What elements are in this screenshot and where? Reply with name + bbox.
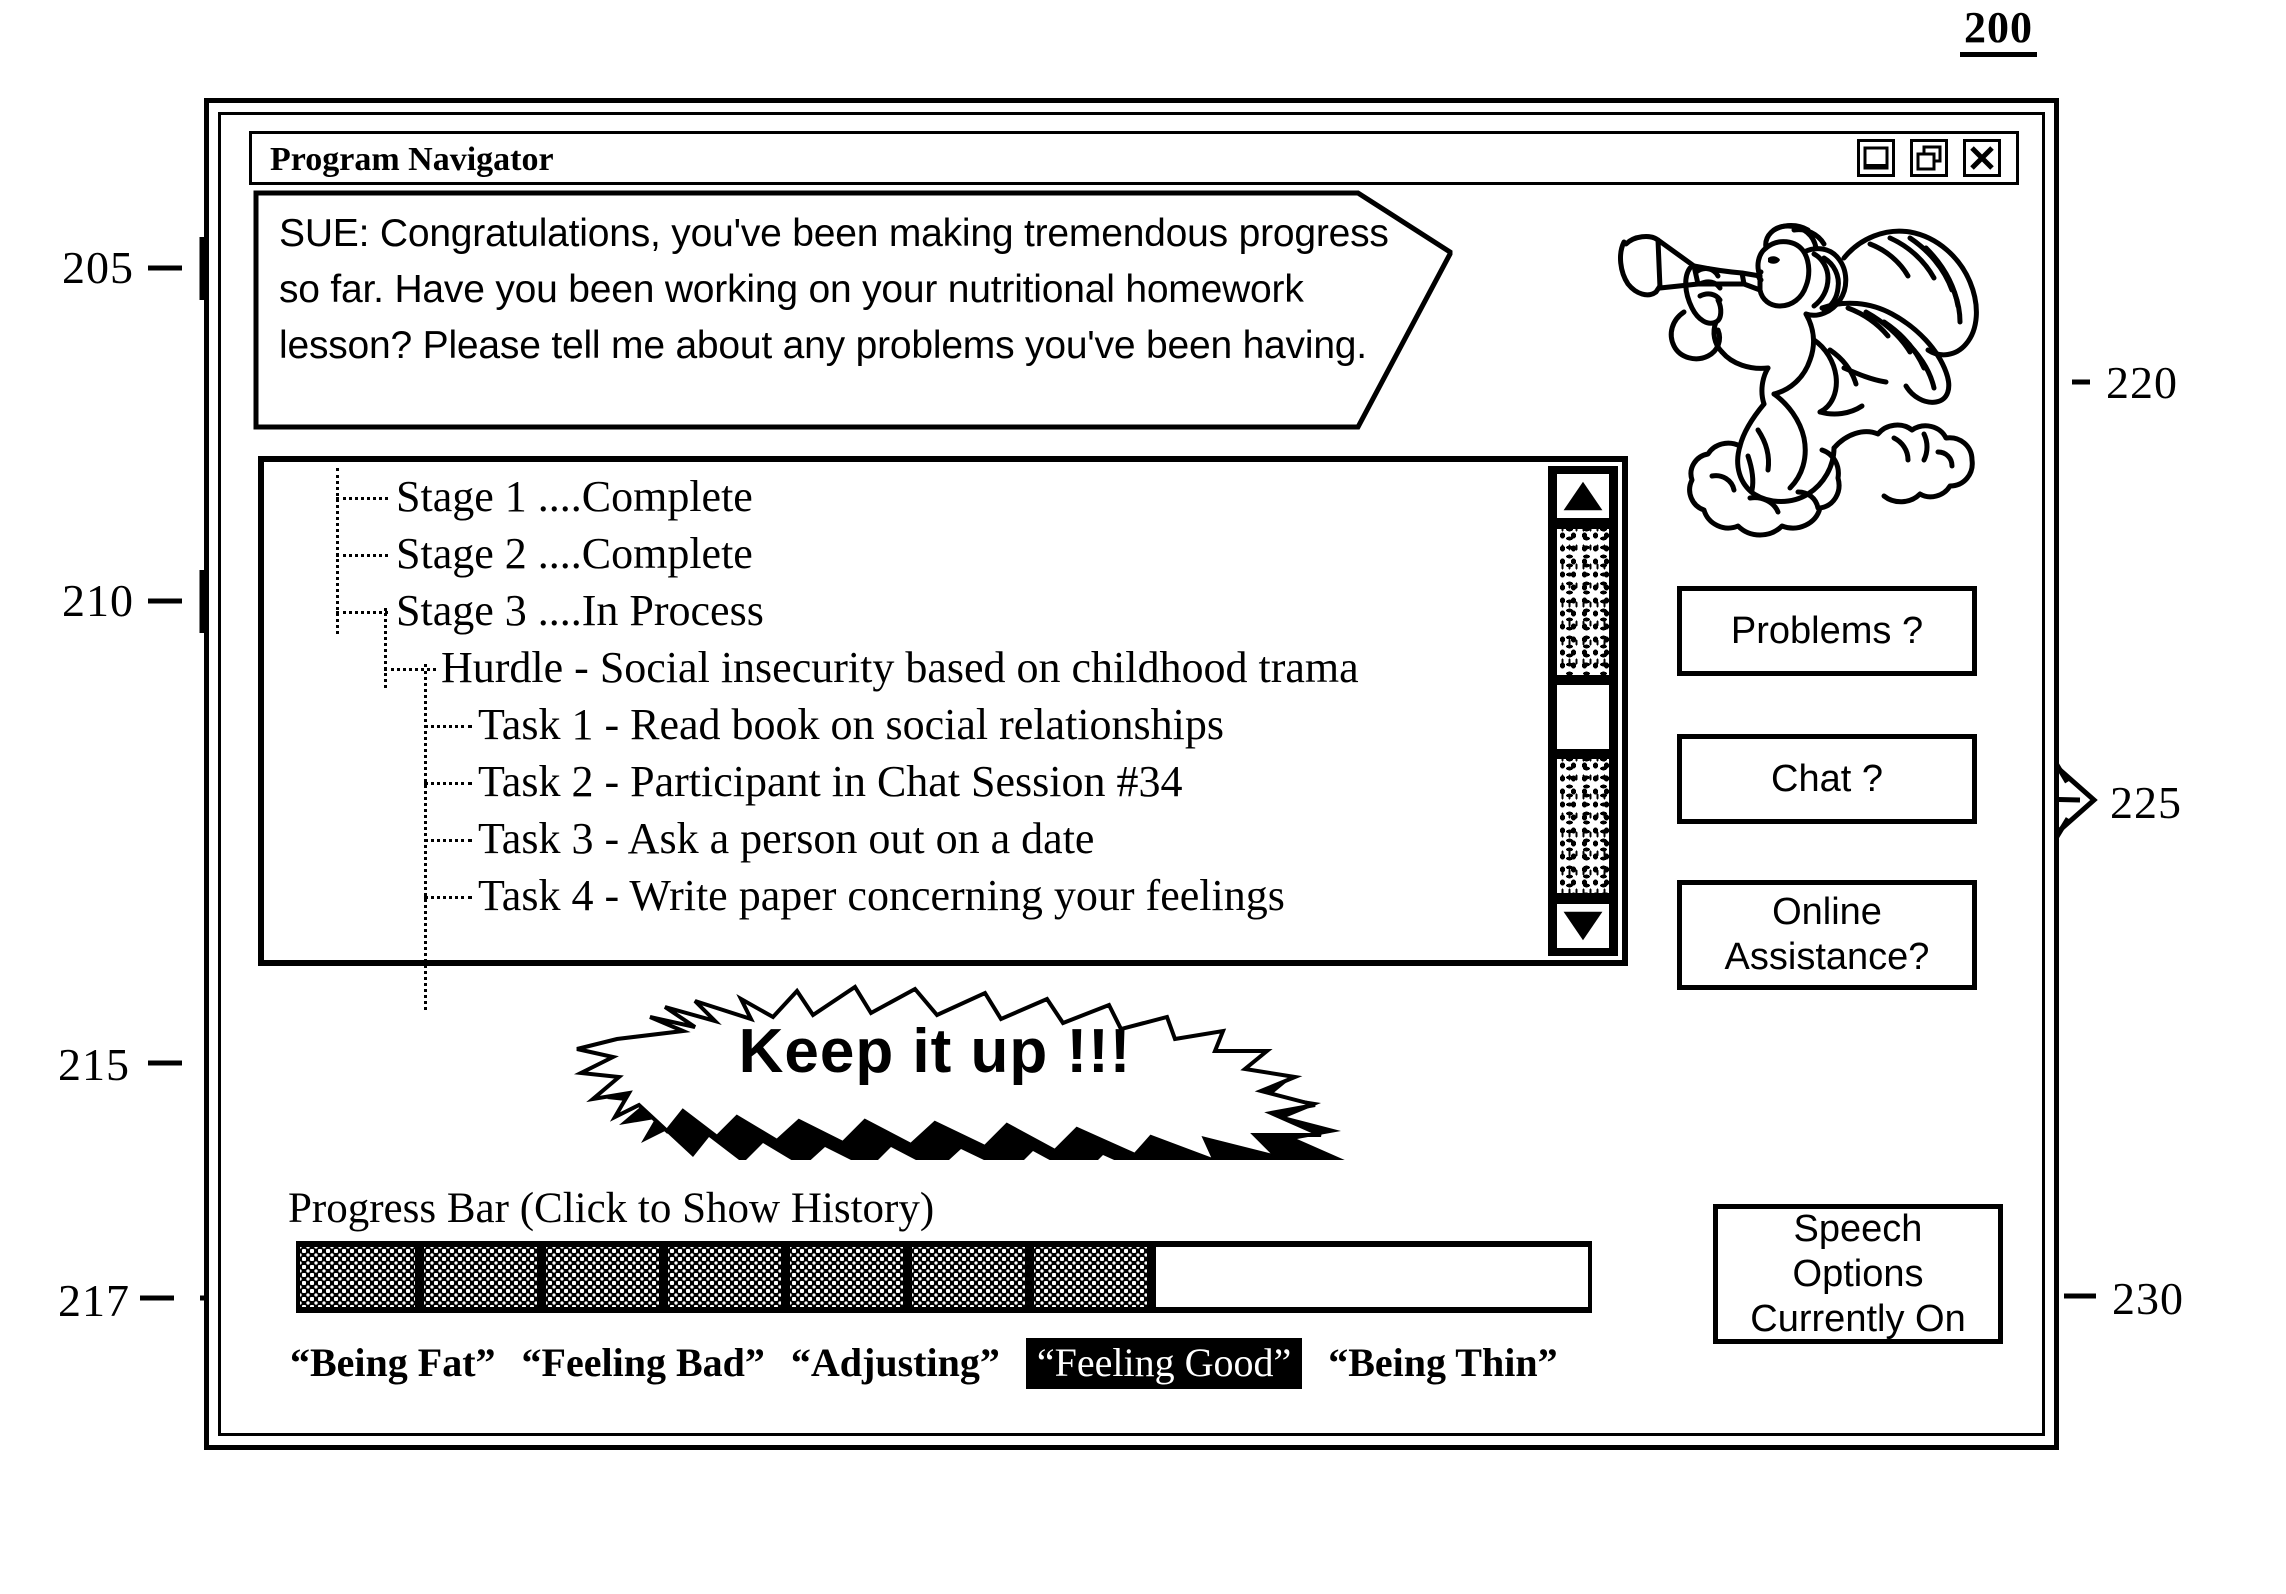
- tree-connector: [336, 610, 388, 614]
- tree-item-task-4[interactable]: Task 4 - Write paper concerning your fee…: [278, 867, 1536, 924]
- tree-item-label: Task 1 - Read book on social relationshi…: [478, 700, 1225, 749]
- scrollbar-thumb[interactable]: [1554, 682, 1612, 752]
- progress-segment-empty: [1156, 1247, 1588, 1307]
- problems-button[interactable]: Problems ?: [1677, 586, 1977, 676]
- tree-stem-level2: [384, 608, 387, 688]
- tree-connector: [336, 496, 388, 500]
- window-title: Program Navigator: [270, 141, 554, 178]
- progress-stage-labels: “Being Fat” “Feeling Bad” “Adjusting” “F…: [290, 1334, 1610, 1392]
- reference-numeral-225: 225: [2110, 777, 2182, 828]
- minimize-button[interactable]: [1857, 139, 1895, 177]
- tree-stem-level3: [424, 664, 427, 1010]
- tree-item-label: Stage 2 ....Complete: [396, 529, 753, 578]
- scrollbar-track-upper[interactable]: [1554, 526, 1612, 678]
- progress-label-current[interactable]: “Feeling Good”: [1025, 1338, 1303, 1389]
- tree-item-label: Task 3 - Ask a person out on a date: [478, 814, 1095, 863]
- progress-label[interactable]: “Adjusting”: [791, 1340, 1000, 1385]
- progress-segment-filled: [790, 1247, 903, 1307]
- tree-connector: [336, 553, 388, 557]
- tree-item-hurdle[interactable]: Hurdle - Social insecurity based on chil…: [278, 639, 1536, 696]
- progress-bar[interactable]: [296, 1241, 1592, 1313]
- progress-bar-caption[interactable]: Progress Bar (Click to Show History): [288, 1184, 934, 1233]
- progress-segment-filled: [546, 1247, 659, 1307]
- reference-numeral-215: 215: [58, 1039, 130, 1090]
- tree-item-stage-3[interactable]: Stage 3 ....In Process: [278, 582, 1536, 639]
- progress-label[interactable]: “Feeling Bad”: [522, 1340, 765, 1385]
- triangle-up-icon: [1563, 481, 1603, 511]
- minimize-icon: [1863, 146, 1889, 170]
- close-icon: [1970, 146, 1994, 170]
- progress-segment-filled: [1034, 1247, 1147, 1307]
- progress-label[interactable]: “Being Fat”: [290, 1340, 496, 1385]
- scroll-up-button[interactable]: [1554, 471, 1612, 521]
- tree-connector: [424, 724, 472, 728]
- restore-button[interactable]: [1910, 139, 1948, 177]
- tree-connector: [424, 895, 472, 899]
- progress-segment-filled: [668, 1247, 781, 1307]
- scroll-down-button[interactable]: [1554, 901, 1612, 951]
- tree-item-label: Hurdle - Social insecurity based on chil…: [441, 643, 1359, 692]
- reference-numeral-210: 210: [62, 575, 134, 626]
- restore-icon: [1916, 145, 1942, 171]
- vertical-scrollbar[interactable]: [1548, 466, 1618, 956]
- tree-item-stage-2[interactable]: Stage 2 ....Complete: [278, 525, 1536, 582]
- scrollbar-track-lower[interactable]: [1554, 756, 1612, 896]
- progress-segment-filled: [300, 1247, 415, 1307]
- figure-number: 200: [1960, 6, 2037, 57]
- tree-stem-level1: [336, 468, 339, 634]
- tree-item-stage-1[interactable]: Stage 1 ....Complete: [278, 468, 1536, 525]
- tree-item-label: Task 2 - Participant in Chat Session #34: [478, 757, 1183, 806]
- chat-button[interactable]: Chat ?: [1677, 734, 1977, 824]
- encouragement-starburst: Keep it up !!!: [555, 965, 1355, 1160]
- tree-connector: [424, 781, 472, 785]
- reference-numeral-230: 230: [2112, 1273, 2184, 1324]
- progress-segment-filled: [912, 1247, 1025, 1307]
- progress-segment-filled: [424, 1247, 537, 1307]
- reference-numeral-217: 217: [58, 1275, 130, 1326]
- tree-item-task-1[interactable]: Task 1 - Read book on social relationshi…: [278, 696, 1536, 753]
- tree-connector: [384, 667, 436, 671]
- cherub-angel-with-trumpet-icon: [1608, 180, 2008, 560]
- title-bar: Program Navigator: [249, 131, 2019, 185]
- encouragement-text: Keep it up !!!: [738, 1017, 1132, 1086]
- online-assistance-button[interactable]: Online Assistance?: [1677, 880, 1977, 990]
- speech-bubble-text: SUE: Congratulations, you've been making…: [279, 212, 1389, 367]
- tree-item-task-3[interactable]: Task 3 - Ask a person out on a date: [278, 810, 1536, 867]
- tree-item-task-2[interactable]: Task 2 - Participant in Chat Session #34: [278, 753, 1536, 810]
- triangle-down-icon: [1563, 911, 1603, 941]
- tree-item-label: Stage 1 ....Complete: [396, 472, 753, 521]
- reference-numeral-220: 220: [2106, 357, 2178, 408]
- progress-label[interactable]: “Being Thin”: [1328, 1340, 1557, 1385]
- speech-bubble: SUE: Congratulations, you've been making…: [253, 190, 1453, 430]
- stage-tree-panel[interactable]: Stage 1 ....Complete Stage 2 ....Complet…: [258, 456, 1628, 1010]
- reference-numeral-205: 205: [62, 242, 134, 293]
- tree-item-label: Task 4 - Write paper concerning your fee…: [478, 871, 1285, 920]
- stage-tree-list: Stage 1 ....Complete Stage 2 ....Complet…: [278, 468, 1536, 1010]
- close-button[interactable]: [1963, 139, 2001, 177]
- tree-item-label: Stage 3 ....In Process: [396, 586, 764, 635]
- tree-connector: [424, 838, 472, 842]
- speech-options-status-box[interactable]: Speech Options Currently On: [1713, 1204, 2003, 1344]
